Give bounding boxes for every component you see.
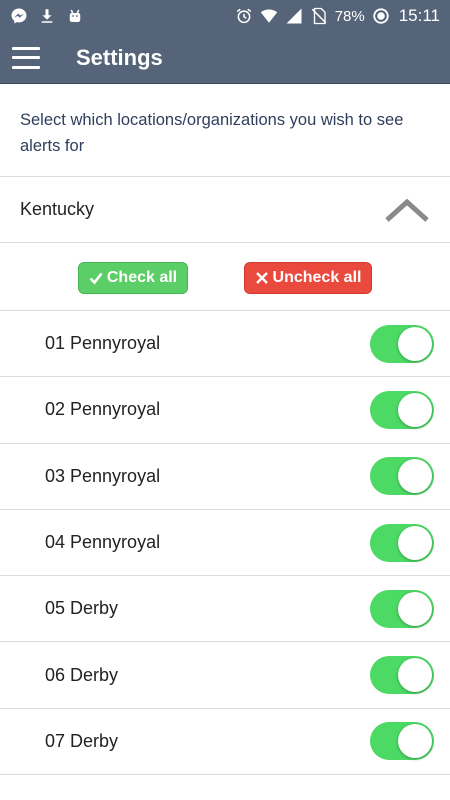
list-item: 02 Pennyroyal (0, 377, 450, 444)
location-list: 01 Pennyroyal 02 Pennyroyal 03 Pennyroya… (0, 311, 450, 776)
location-toggle[interactable] (370, 457, 434, 496)
wifi-icon (260, 7, 278, 25)
check-all-label: Check all (106, 269, 178, 286)
uncheck-all-label: Uncheck all (272, 269, 362, 286)
location-label: 02 Pennyroyal (45, 399, 161, 420)
location-label: 04 Pennyroyal (45, 532, 161, 553)
page-title: Settings (76, 44, 163, 70)
region-name: Kentucky (20, 199, 95, 219)
region-header[interactable]: Kentucky (0, 177, 450, 243)
menu-icon[interactable] (12, 46, 40, 69)
list-item: 03 Pennyroyal (0, 444, 450, 510)
location-toggle[interactable] (370, 523, 434, 562)
signal-icon (285, 7, 303, 25)
download-icon (38, 7, 56, 25)
location-label: 06 Derby (45, 664, 119, 685)
clock: 15:11 (398, 6, 440, 25)
check-all-button[interactable]: Check all (78, 262, 188, 294)
location-toggle[interactable] (370, 589, 434, 628)
location-toggle[interactable] (370, 390, 434, 429)
alarm-icon (235, 7, 253, 25)
location-label: 01 Pennyroyal (45, 333, 161, 354)
location-toggle[interactable] (370, 324, 434, 363)
status-left (10, 7, 84, 25)
messenger-icon (10, 7, 28, 25)
location-label: 03 Pennyroyal (45, 465, 161, 486)
close-icon (255, 272, 268, 284)
location-toggle[interactable] (370, 656, 434, 695)
list-item: 05 Derby (0, 576, 450, 643)
uncheck-all-button[interactable]: Uncheck all (244, 262, 372, 294)
list-item: 01 Pennyroyal (0, 311, 450, 378)
list-item: 04 Pennyroyal (0, 510, 450, 577)
status-right: 78% 15:11 (235, 6, 440, 26)
chevron-up-icon[interactable] (384, 196, 430, 224)
battery-icon (372, 7, 390, 25)
bulk-actions: Check all Uncheck all (0, 243, 450, 311)
location-label: 05 Derby (45, 598, 119, 619)
app-bar: Settings (0, 32, 450, 84)
battery-level: 78% (334, 7, 365, 25)
list-item: 06 Derby (0, 642, 450, 709)
list-item: 07 Derby (0, 709, 450, 776)
location-toggle[interactable] (370, 722, 434, 761)
status-bar: 78% 15:11 (0, 0, 450, 32)
checkmark-icon (89, 272, 103, 285)
intro-text: Select which locations/organizations you… (0, 85, 450, 177)
location-label: 07 Derby (45, 730, 119, 751)
no-sim-icon (310, 7, 328, 25)
android-icon (66, 7, 84, 25)
